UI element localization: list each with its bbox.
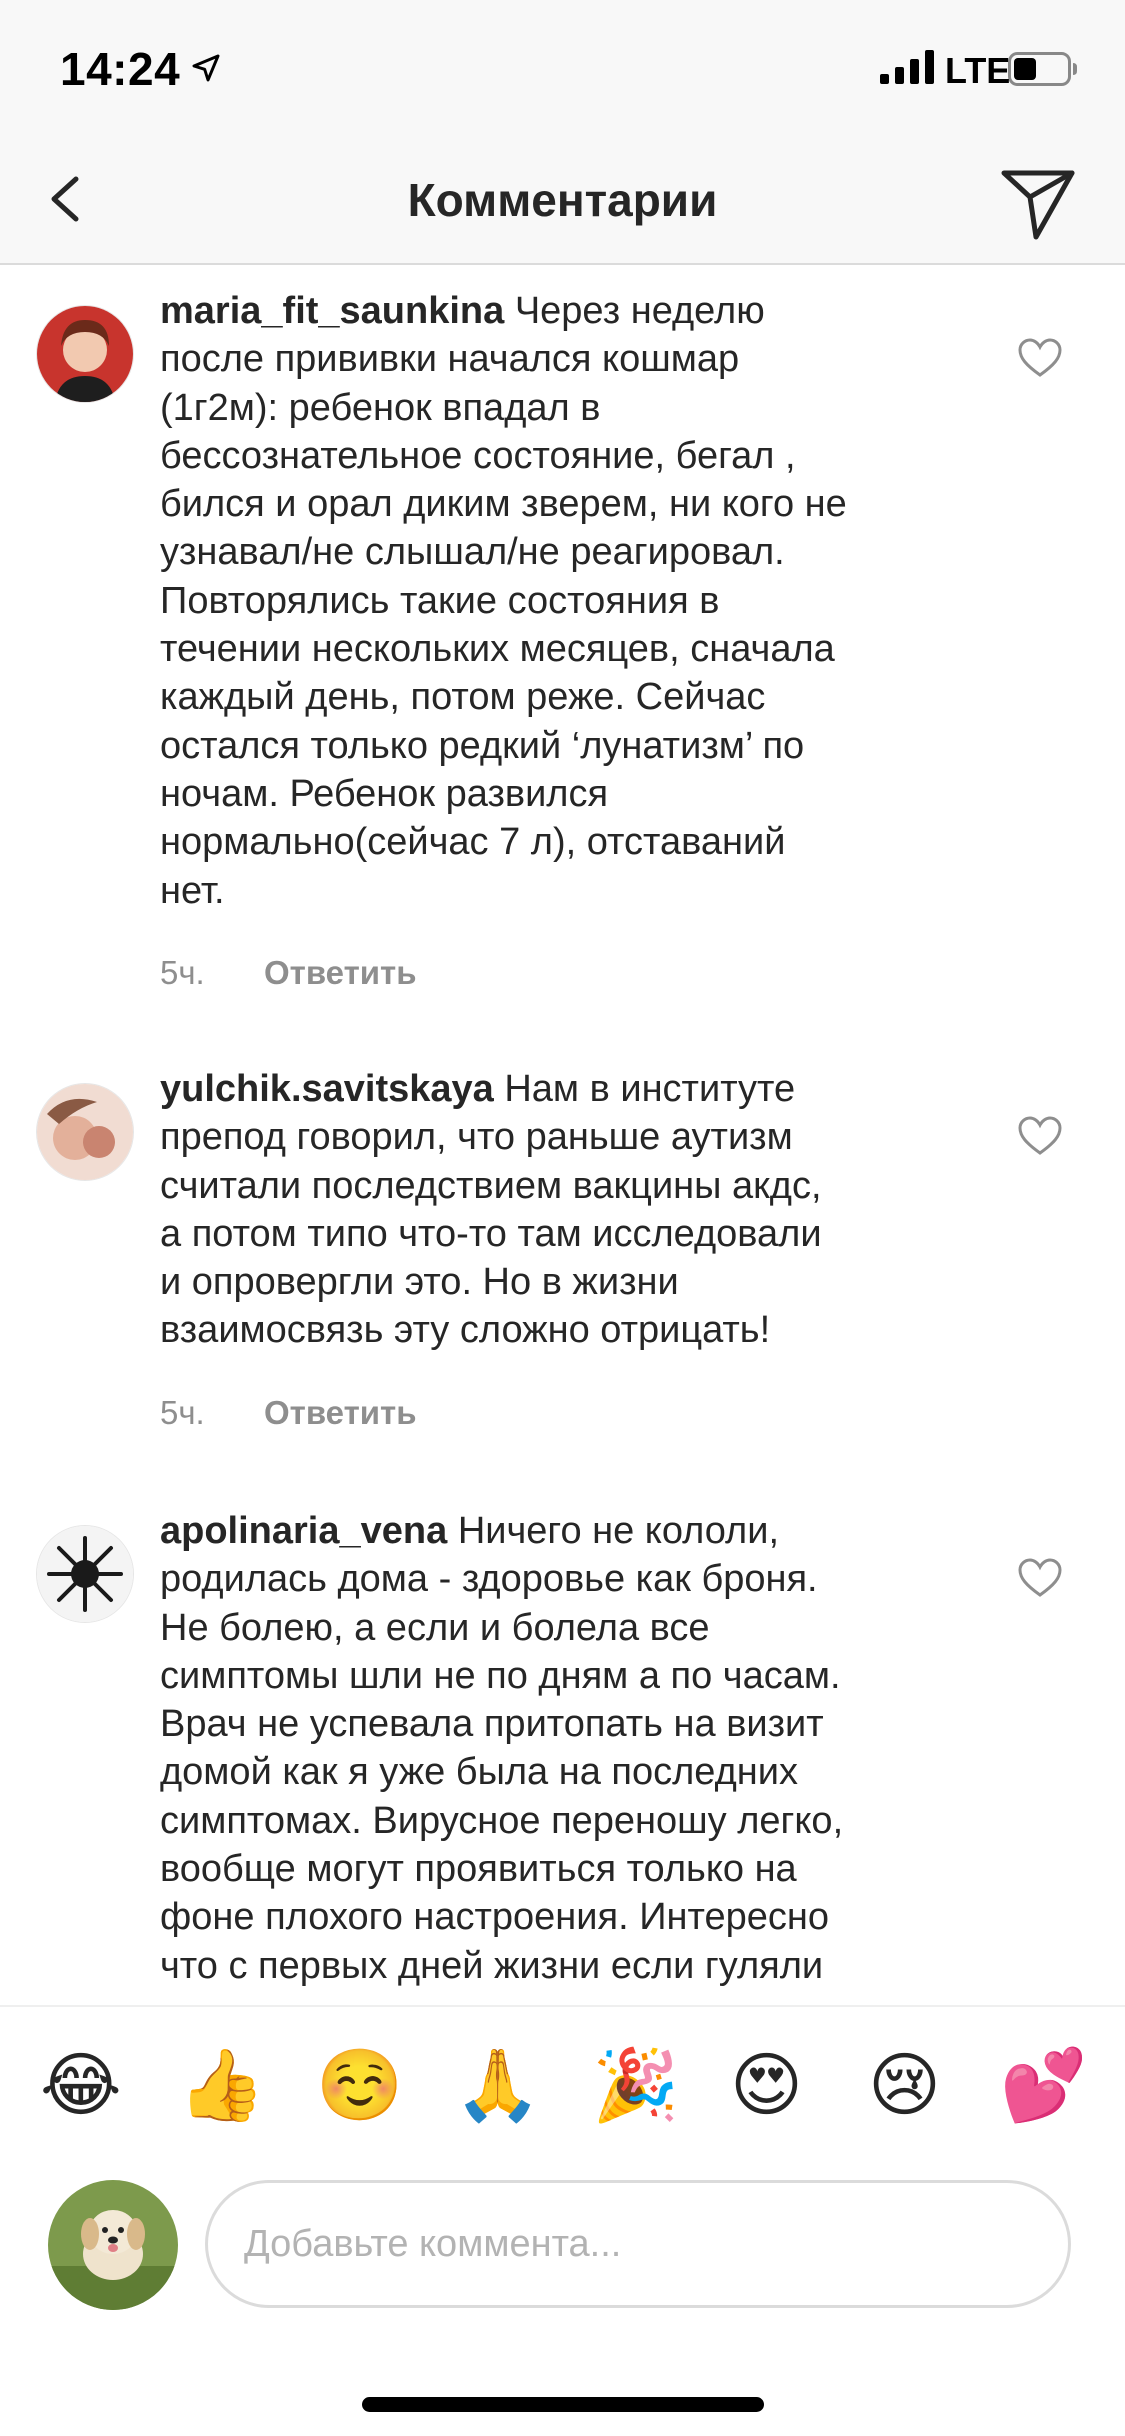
comments-list[interactable]: maria_fit_saunkina Через неделю после пр… bbox=[0, 265, 1125, 2005]
comment-username[interactable]: apolinaria_vena bbox=[160, 1510, 447, 1552]
avatar[interactable] bbox=[36, 1083, 134, 1181]
status-time: 14:24 bbox=[60, 43, 181, 95]
heart-icon[interactable] bbox=[1016, 335, 1064, 383]
emoji-praying-hands[interactable]: 🙏 bbox=[454, 2045, 541, 2125]
header: Комментарии bbox=[0, 135, 1125, 265]
emoji-two-hearts[interactable]: 💕 bbox=[1000, 2045, 1087, 2125]
comment-body: maria_fit_saunkina Через неделю после пр… bbox=[160, 287, 980, 915]
status-bar: 14:24 LTE bbox=[0, 0, 1125, 135]
comment-input[interactable] bbox=[205, 2180, 1071, 2308]
heart-icon[interactable] bbox=[1016, 1555, 1064, 1603]
comment-username[interactable]: yulchik.savitskaya bbox=[160, 1068, 494, 1110]
emoji-crying[interactable]: 😢 bbox=[868, 2045, 941, 2125]
location-arrow-icon bbox=[192, 54, 220, 82]
comment-body: apolinaria_vena Ничего не кололи, родила… bbox=[160, 1507, 980, 1990]
comment-text: Ничего не кололи, родилась дома - здоров… bbox=[160, 1510, 844, 1987]
reply-button[interactable]: Ответить bbox=[264, 954, 417, 991]
network-label: LTE bbox=[945, 50, 1011, 91]
comment-composer bbox=[0, 2170, 1125, 2370]
comment-meta: 5ч. Ответить bbox=[160, 954, 417, 992]
comment-time: 5ч. bbox=[160, 954, 205, 991]
battery-icon bbox=[1008, 52, 1077, 86]
signal-bars-icon bbox=[880, 50, 934, 84]
comment-text: Нам в институте препод говорил, что рань… bbox=[160, 1068, 822, 1352]
emoji-thumbs-up[interactable]: 👍 bbox=[178, 2045, 265, 2125]
emoji-heart-eyes[interactable]: 😍 bbox=[730, 2045, 803, 2125]
my-avatar bbox=[48, 2180, 178, 2310]
emoji-party-popper[interactable]: 🎉 bbox=[592, 2045, 679, 2125]
emoji-smiling[interactable]: ☺️ bbox=[316, 2045, 403, 2125]
paper-plane-icon[interactable] bbox=[996, 157, 1080, 241]
emoji-bar: 😂 👍 ☺️ 🙏 🎉 😍 😢 💕 bbox=[0, 2005, 1125, 2172]
emoji-joy[interactable]: 😂 bbox=[40, 2045, 122, 2125]
avatar[interactable] bbox=[36, 305, 134, 403]
page-title: Комментарии bbox=[407, 174, 718, 226]
home-indicator[interactable] bbox=[362, 2397, 764, 2412]
comment-meta: 5ч. Ответить bbox=[160, 1394, 417, 1432]
comment-username[interactable]: maria_fit_saunkina bbox=[160, 290, 504, 332]
avatar[interactable] bbox=[36, 1525, 134, 1623]
comment-body: yulchik.savitskaya Нам в институте препо… bbox=[160, 1065, 980, 1355]
comment-time: 5ч. bbox=[160, 1394, 205, 1431]
heart-icon[interactable] bbox=[1016, 1113, 1064, 1161]
reply-button[interactable]: Ответить bbox=[264, 1394, 417, 1431]
comment-text: Через неделю после прививки начался кошм… bbox=[160, 290, 847, 912]
